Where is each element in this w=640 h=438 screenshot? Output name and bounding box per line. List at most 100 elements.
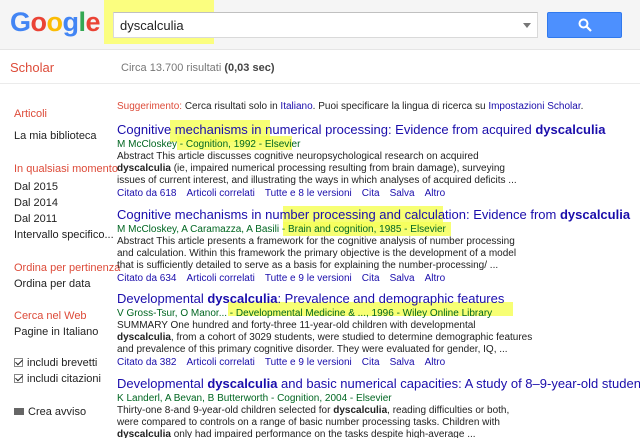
sidebar-item-library[interactable]: La mia biblioteca	[14, 130, 97, 142]
google-logo[interactable]: Google	[10, 7, 101, 37]
scholar-label[interactable]: Scholar	[10, 60, 54, 75]
result-links: Citato da 634 Articoli correlati Tutte e 9…	[117, 272, 637, 285]
include-patents-option[interactable]: includi brevetti	[14, 357, 97, 369]
scholar-page: Google Scholar Circa 13.700 risultati (0…	[0, 0, 640, 438]
logo-letter: G	[10, 7, 31, 37]
checkbox-checked-icon[interactable]	[14, 374, 23, 383]
related-articles-link[interactable]: Articoli correlati	[187, 357, 255, 368]
logo-letter: g	[62, 7, 80, 37]
suggestion-label: Suggerimento:	[117, 101, 183, 112]
sidebar-item-articles[interactable]: Articoli	[14, 108, 47, 120]
abstract-line: Abstract This article discusses cognitiv…	[117, 151, 479, 162]
title-text: Developmental	[117, 376, 208, 391]
cited-by-link[interactable]: Citato da 634	[117, 273, 177, 284]
sidebar-item-italian-pages[interactable]: Pagine in Italiano	[14, 326, 98, 338]
title-text: : Prevalence and demographic features	[277, 291, 505, 306]
search-box	[113, 12, 538, 38]
more-link[interactable]: Altro	[425, 357, 446, 368]
search-input[interactable]	[120, 17, 510, 34]
result-source: - Brain and cognition, 1985 - Elsevier	[279, 224, 446, 235]
result-title-link[interactable]: Developmental dyscalculia: Prevalence an…	[117, 291, 637, 307]
abstract-keyword: dyscalculia	[333, 405, 388, 416]
abstract-line: Abstract This article presents a framewo…	[117, 236, 515, 247]
sidebar-item-sort-date[interactable]: Ordina per data	[14, 278, 90, 290]
suggestion-text-2: . Puoi specificare la lingua di ricerca …	[312, 101, 486, 112]
result-authors: K Landerl, A Bevan, B Butterworth	[117, 393, 269, 404]
cited-by-link[interactable]: Citato da 382	[117, 357, 177, 368]
result-meta: M McCloskey - Cognition, 1992 - Elsevier	[117, 138, 637, 151]
all-versions-link[interactable]: Tutte e 9 le versioni	[265, 273, 352, 284]
related-articles-link[interactable]: Articoli correlati	[187, 273, 255, 284]
results-time: (0,03 sec)	[224, 62, 275, 74]
cite-link[interactable]: Cita	[362, 188, 380, 199]
result-meta: V Gross-Tsur, O Manor... - Developmental…	[117, 307, 637, 320]
top-header: Google	[0, 0, 640, 50]
result-title-link[interactable]: Cognitive mechanisms in numerical proces…	[117, 122, 637, 138]
result-item: Cognitive mechanisms in numerical proces…	[117, 122, 637, 200]
result-abstract: Abstract This article presents a framewo…	[117, 236, 637, 272]
title-keyword: dyscalculia	[207, 291, 278, 306]
abstract-line: dyscalculia (ie, impaired numerical proc…	[117, 163, 637, 175]
all-versions-link[interactable]: Tutte e 9 le versioni	[265, 357, 352, 368]
logo-letter: l	[78, 7, 87, 37]
title-text: Developmental	[117, 291, 208, 306]
more-link[interactable]: Altro	[425, 188, 446, 199]
title-keyword: dyscalculia	[559, 207, 631, 222]
results-count: Circa 13.700 risultati (0,03 sec)	[121, 62, 275, 74]
result-item: Cognitive mechanisms in number processin…	[117, 207, 637, 285]
result-item: Developmental dyscalculia and basic nume…	[117, 376, 640, 438]
result-meta: M McCloskey, A Caramazza, A Basili - Bra…	[117, 223, 637, 236]
save-link[interactable]: Salva	[390, 273, 415, 284]
include-citations-label: includi citazioni	[27, 373, 101, 385]
search-icon	[578, 18, 592, 32]
abstract-line: SUMMARY One hundred and forty-three 11-y…	[117, 320, 476, 331]
sidebar-item-since-2015[interactable]: Dal 2015	[14, 181, 58, 193]
results-count-text: Circa 13.700 risultati	[121, 62, 222, 74]
sidebar-item-any-time[interactable]: In qualsiasi momento	[14, 163, 118, 175]
language-suggestion: Suggerimento: Cerca risultati solo in It…	[117, 101, 583, 112]
include-citations-option[interactable]: includi citazioni	[14, 373, 101, 385]
cite-link[interactable]: Cita	[362, 357, 380, 368]
create-alert-label: Crea avviso	[28, 406, 87, 418]
abstract-line: that is sufficiently detailed to serve a…	[117, 260, 499, 271]
abstract-text: (ie, impaired numerical processing resul…	[170, 163, 505, 174]
abstract-line: dyscalculia, from a cohort of 3029 stude…	[117, 332, 637, 344]
result-authors: V Gross-Tsur, O Manor...	[117, 308, 228, 319]
more-link[interactable]: Altro	[425, 273, 446, 284]
create-alert-link[interactable]: Crea avviso	[14, 406, 86, 418]
result-title-link[interactable]: Cognitive mechanisms in number processin…	[117, 207, 637, 223]
result-abstract: Thirty-one 8-and 9-year-old children sel…	[117, 405, 637, 438]
cited-by-link[interactable]: Citato da 618	[117, 188, 177, 199]
chevron-down-icon[interactable]	[523, 23, 531, 28]
sidebar-item-search-web[interactable]: Cerca nel Web	[14, 310, 87, 322]
title-text: Cognitive mechanisms in numerical proces…	[117, 122, 536, 137]
logo-letter: o	[46, 7, 64, 37]
sidebar-item-since-2014[interactable]: Dal 2014	[14, 197, 58, 209]
all-versions-link[interactable]: Tutte e 8 le versioni	[265, 188, 352, 199]
title-text: and basic numerical capacities: A study …	[277, 376, 640, 391]
sidebar-item-sort-relevance[interactable]: Ordina per pertinenza	[14, 262, 120, 274]
abstract-keyword: dyscalculia	[117, 332, 171, 343]
checkbox-checked-icon[interactable]	[14, 358, 23, 367]
result-title-link[interactable]: Developmental dyscalculia and basic nume…	[117, 376, 640, 392]
abstract-text: , reading difficulties or both,	[387, 405, 510, 416]
result-abstract: SUMMARY One hundred and forty-three 11-y…	[117, 320, 637, 356]
abstract-line: dyscalculia only had impaired performanc…	[117, 429, 637, 438]
result-source: - Developmental Medicine & ..., 1996 - W…	[227, 308, 493, 319]
suggestion-italian-link[interactable]: Italiano	[280, 101, 312, 112]
search-button[interactable]	[547, 12, 622, 38]
scholar-settings-link[interactable]: Impostazioni Scholar	[488, 101, 580, 112]
save-link[interactable]: Salva	[390, 357, 415, 368]
result-source: - Cognition, 2004 - Elsevier	[268, 393, 392, 404]
abstract-keyword: dyscalculia	[117, 163, 171, 174]
cite-link[interactable]: Cita	[362, 273, 380, 284]
abstract-line: and calculation. Within this framework t…	[117, 248, 517, 259]
result-abstract: Abstract This article discusses cognitiv…	[117, 151, 637, 187]
abstract-text: only had impaired performance on the tas…	[170, 429, 476, 438]
save-link[interactable]: Salva	[390, 188, 415, 199]
sidebar-item-custom-range[interactable]: Intervallo specifico...	[14, 229, 114, 241]
sidebar-item-since-2011[interactable]: Dal 2011	[14, 213, 57, 225]
title-keyword: dyscalculia	[535, 122, 606, 137]
related-articles-link[interactable]: Articoli correlati	[187, 188, 255, 199]
abstract-line: issues of current interest, and illustra…	[117, 175, 517, 186]
